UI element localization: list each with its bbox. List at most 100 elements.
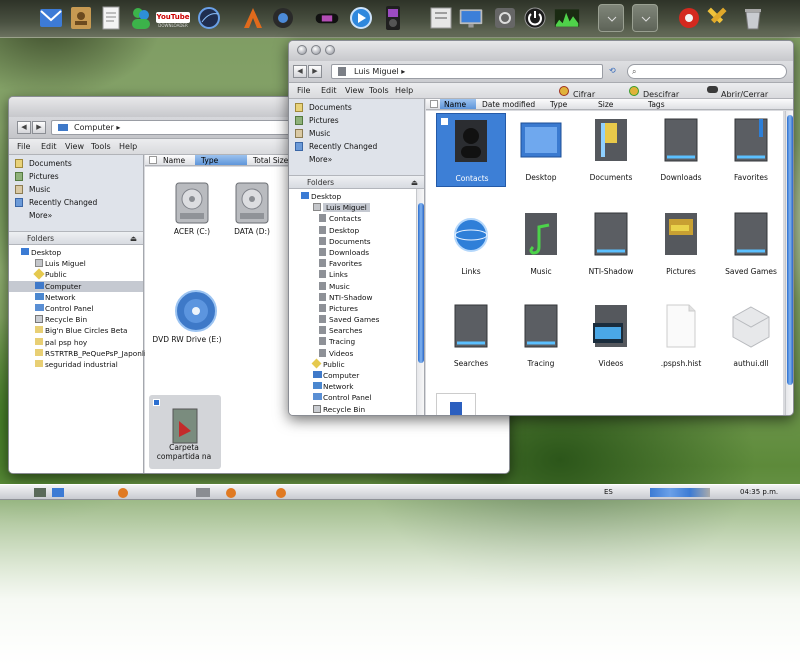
tree-videos[interactable]: Videos — [289, 348, 424, 359]
tray-icons[interactable] — [650, 488, 710, 497]
col-total-size[interactable]: Total Size — [253, 156, 288, 165]
menu-help[interactable]: Help — [119, 142, 137, 151]
col-size[interactable]: Size — [598, 100, 613, 109]
system-icon[interactable] — [428, 4, 454, 32]
tree-folder[interactable]: Big'n Blue Circles Beta — [9, 325, 143, 336]
media-player-icon[interactable] — [348, 4, 374, 32]
folders-header[interactable]: Folders ⏏ — [9, 231, 143, 245]
item-saved-games[interactable]: Saved Games — [716, 207, 786, 281]
minimize-button[interactable] — [311, 45, 321, 55]
fav-more[interactable]: More» — [9, 209, 143, 222]
tree-network[interactable]: Network — [289, 381, 424, 392]
fav-pictures[interactable]: Pictures — [9, 170, 143, 183]
window-icon[interactable] — [196, 488, 210, 497]
tree-nti-shadow[interactable]: NTI-Shadow — [289, 292, 424, 303]
settings-icon[interactable] — [492, 4, 518, 32]
blank-window-icon[interactable] — [598, 4, 624, 32]
shared-folder[interactable]: Carpeta compartida na — [149, 395, 221, 469]
trash-icon[interactable] — [740, 4, 766, 32]
item-authui-dll[interactable]: authui.dll — [716, 299, 786, 373]
tree-folder[interactable]: seguridad industrial — [9, 359, 143, 370]
monitor-icon[interactable] — [458, 4, 488, 32]
col-type[interactable]: Type — [550, 100, 567, 109]
drive-dvd[interactable]: DVD RW Drive (E:) — [147, 289, 227, 359]
tree-public[interactable]: Public — [9, 268, 143, 281]
maximize-button[interactable] — [325, 45, 335, 55]
select-all-checkbox[interactable] — [149, 156, 157, 164]
tree-music[interactable]: Music — [289, 281, 424, 292]
tree-luis-miguel[interactable]: Luis Miguel — [9, 258, 143, 269]
psp-icon[interactable] — [314, 4, 344, 32]
tree-searches[interactable]: Searches — [289, 325, 424, 336]
item-documents[interactable]: Documents — [576, 113, 646, 187]
app-store-icon[interactable] — [240, 4, 266, 32]
mail-icon[interactable] — [38, 4, 64, 32]
youtube-icon[interactable]: YouTube DOWNLOADER — [156, 4, 190, 32]
fav-documents[interactable]: Documents — [289, 101, 424, 114]
search-input[interactable]: ⌕ — [627, 64, 787, 79]
tree-contacts[interactable]: Contacts — [289, 213, 424, 224]
firefox-icon-3[interactable] — [276, 488, 286, 498]
item-checkbox[interactable] — [153, 399, 160, 406]
item-searches[interactable]: Searches — [436, 299, 506, 373]
item-favorites[interactable]: Favorites — [716, 113, 786, 187]
tree-desktop-sub[interactable]: Desktop — [289, 225, 424, 236]
fav-documents[interactable]: Documents — [9, 157, 143, 170]
open-close-psd-button[interactable]: Abrir/Cerrar PSD — [707, 85, 768, 112]
item-checkbox[interactable] — [441, 118, 448, 125]
forward-button[interactable]: ▶ — [308, 65, 322, 78]
tree-public[interactable]: Public — [289, 358, 424, 370]
back-button[interactable]: ◀ — [17, 121, 31, 134]
tree-downloads[interactable]: Downloads — [289, 247, 424, 258]
firefox-icon-2[interactable] — [226, 488, 236, 498]
menu-edit[interactable]: Edit — [41, 142, 57, 151]
decrypt-file-button[interactable]: Descifrar archivo — [629, 85, 679, 112]
menu-help[interactable]: Help — [395, 86, 413, 95]
col-tags[interactable]: Tags — [648, 100, 665, 109]
menu-view[interactable]: View — [345, 86, 364, 95]
show-desktop-icon[interactable] — [34, 488, 46, 497]
partial-item[interactable] — [436, 393, 476, 415]
activity-icon[interactable] — [554, 4, 584, 32]
col-type[interactable]: Type — [195, 155, 247, 165]
fav-pictures[interactable]: Pictures — [289, 114, 424, 127]
scrollbar-thumb[interactable] — [787, 115, 793, 385]
menu-tools[interactable]: Tools — [369, 86, 389, 95]
menu-edit[interactable]: Edit — [321, 86, 337, 95]
fav-music[interactable]: Music — [9, 183, 143, 196]
tree-computer[interactable]: Computer — [9, 280, 143, 292]
tree-documents[interactable]: Documents — [289, 236, 424, 247]
item-contacts[interactable]: Contacts — [436, 113, 506, 187]
clock[interactable]: 04:35 p.m. — [740, 488, 778, 496]
firefox-icon[interactable] — [118, 488, 128, 498]
content-scrollbar[interactable] — [785, 111, 793, 415]
item-links[interactable]: Links — [436, 207, 506, 281]
close-button[interactable] — [297, 45, 307, 55]
menu-file[interactable]: File — [17, 142, 30, 151]
tree-desktop[interactable]: Desktop — [9, 247, 143, 258]
encrypt-file-button[interactable]: Cifrar archivo — [559, 85, 602, 112]
item-tracing[interactable]: Tracing — [506, 299, 576, 373]
explorer-icon[interactable] — [52, 488, 64, 497]
select-all-checkbox[interactable] — [430, 100, 438, 108]
refresh-icon[interactable]: ⟲ — [609, 66, 616, 75]
tree-control-panel[interactable]: Control Panel — [289, 392, 424, 403]
item-pictures[interactable]: Pictures — [646, 207, 716, 281]
tree-recycle-bin[interactable]: Recycle Bin — [289, 404, 424, 415]
tree-network[interactable]: Network — [9, 292, 143, 303]
menu-view[interactable]: View — [65, 142, 84, 151]
world-icon[interactable] — [196, 4, 222, 32]
tree-scrollbar[interactable] — [416, 189, 424, 415]
contacts-icon[interactable] — [68, 4, 94, 32]
item-music[interactable]: Music — [506, 207, 576, 281]
back-button[interactable]: ◀ — [293, 65, 307, 78]
item-pspsh-hist[interactable]: .pspsh.hist — [646, 299, 716, 373]
tree-computer[interactable]: Computer — [289, 370, 424, 381]
document-icon[interactable] — [98, 4, 124, 32]
tools-icon[interactable] — [704, 4, 734, 32]
tree-saved-games[interactable]: Saved Games — [289, 314, 424, 325]
tree-luis-miguel[interactable]: Luis Miguel — [323, 203, 370, 213]
tree-tracing[interactable]: Tracing — [289, 336, 424, 347]
menu-file[interactable]: File — [297, 86, 310, 95]
item-desktop[interactable]: Desktop — [506, 113, 576, 187]
